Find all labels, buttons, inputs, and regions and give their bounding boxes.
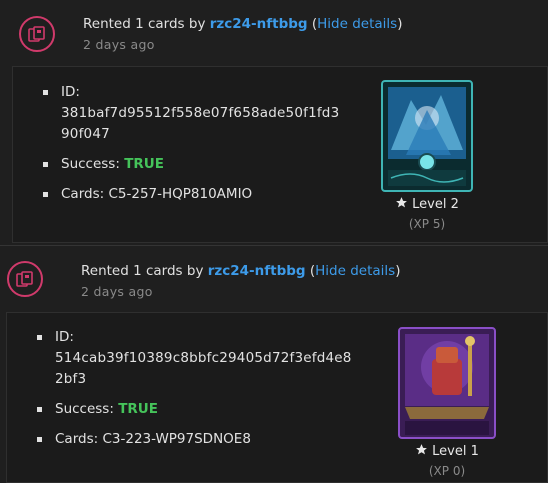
timestamp: 2 days ago: [83, 37, 155, 52]
card-level: Level 1: [395, 443, 499, 460]
detail-id: ID: 381baf7d95512f558e07f658ade50f1fd390…: [43, 82, 343, 145]
cards-icon: [7, 261, 43, 297]
id-label: ID:: [55, 329, 74, 345]
detail-cards: Cards: C3-223-WP97SDNOE8: [37, 429, 357, 450]
details-panel: ID: 514cab39f10389c8bbfc29405d72f3efd4e8…: [6, 312, 548, 483]
card-image[interactable]: [398, 327, 496, 439]
details-list: ID: 381baf7d95512f558e07f658ade50f1fd390…: [43, 82, 343, 214]
activity-entry: Rented 1 cards by rzc24-nftbbg (Hide det…: [0, 0, 548, 245]
timestamp: 2 days ago: [81, 284, 153, 299]
entry-header: Rented 1 cards by rzc24-nftbbg (Hide det…: [83, 15, 402, 52]
cards-icon: [19, 16, 55, 52]
entry-header: Rented 1 cards by rzc24-nftbbg (Hide det…: [81, 262, 400, 299]
details-panel: ID: 381baf7d95512f558e07f658ade50f1fd390…: [12, 66, 548, 243]
id-value: 514cab39f10389c8bbfc29405d72f3efd4e82bf3: [55, 350, 352, 387]
paren-close: ): [395, 263, 401, 279]
paren-close: ): [397, 16, 403, 32]
star-icon: [415, 443, 428, 460]
paren-open: (: [305, 263, 316, 279]
entry-title: Rented 1 cards by rzc24-nftbbg (Hide det…: [83, 15, 402, 33]
card-preview: Level 1 (XP 0): [395, 327, 499, 478]
title-prefix: Rented 1 cards by: [81, 263, 208, 279]
card-level: Level 2: [377, 196, 477, 213]
title-prefix: Rented 1 cards by: [83, 16, 210, 32]
card-preview: Level 2 (XP 5): [377, 80, 477, 231]
level-text: Level 1: [432, 444, 479, 459]
card-xp: (XP 0): [428, 464, 466, 478]
hide-details-link[interactable]: Hide details: [315, 263, 395, 279]
hide-details-link[interactable]: Hide details: [317, 16, 397, 32]
level-text: Level 2: [412, 197, 459, 212]
success-value: TRUE: [118, 401, 158, 417]
detail-success: Success: TRUE: [43, 154, 343, 175]
id-value: 381baf7d95512f558e07f658ade50f1fd390f047: [61, 105, 340, 142]
cards-value: C3-223-WP97SDNOE8: [102, 431, 251, 447]
star-icon: [395, 196, 408, 213]
cards-label: Cards:: [61, 186, 109, 202]
user-link[interactable]: rzc24-nftbbg: [208, 263, 306, 279]
detail-id: ID: 514cab39f10389c8bbfc29405d72f3efd4e8…: [37, 327, 357, 390]
user-link[interactable]: rzc24-nftbbg: [210, 16, 308, 32]
success-label: Success:: [61, 156, 125, 172]
detail-cards: Cards: C5-257-HQP810AMIO: [43, 184, 343, 205]
success-value: TRUE: [124, 156, 164, 172]
details-list: ID: 514cab39f10389c8bbfc29405d72f3efd4e8…: [37, 327, 357, 459]
card-xp: (XP 5): [408, 217, 446, 231]
id-label: ID:: [61, 84, 80, 100]
paren-open: (: [307, 16, 318, 32]
detail-success: Success: TRUE: [37, 399, 357, 420]
success-label: Success:: [55, 401, 119, 417]
cards-label: Cards:: [55, 431, 103, 447]
entry-title: Rented 1 cards by rzc24-nftbbg (Hide det…: [81, 262, 400, 280]
cards-value: C5-257-HQP810AMIO: [108, 186, 253, 202]
card-image[interactable]: [381, 80, 473, 192]
activity-entry: Rented 1 cards by rzc24-nftbbg (Hide det…: [0, 246, 548, 483]
